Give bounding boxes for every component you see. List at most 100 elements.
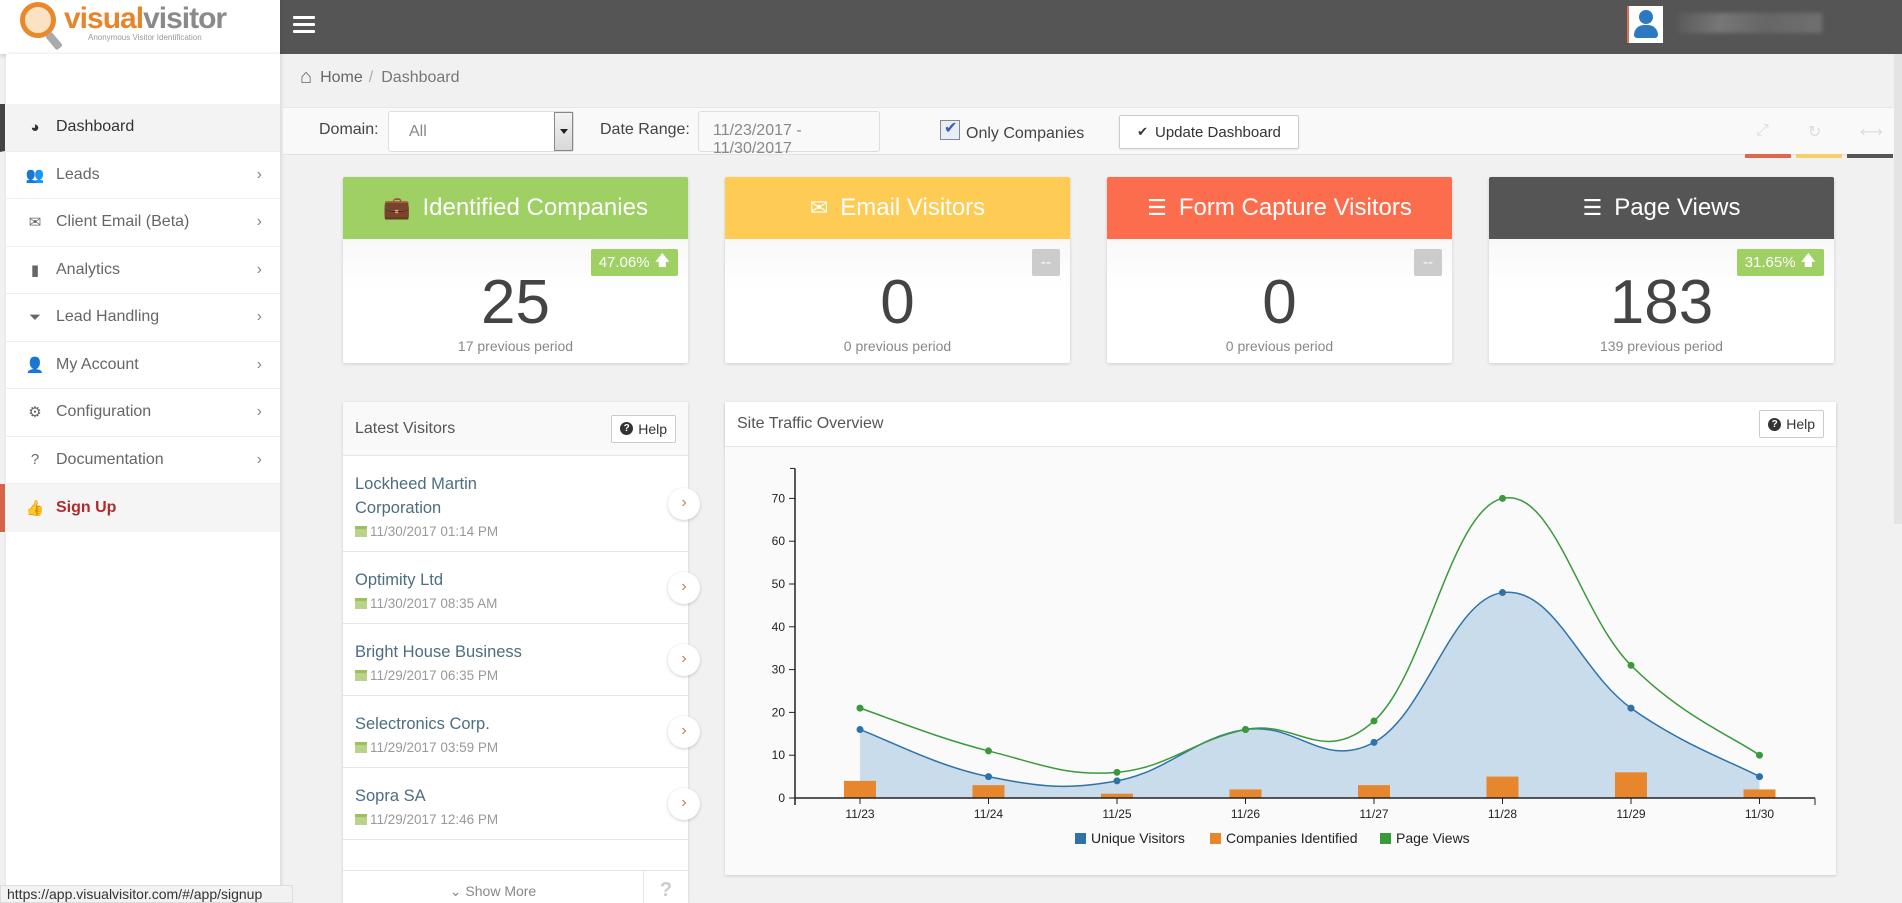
sidebar-item-label: My Account — [56, 355, 139, 373]
sidebar-item-analytics[interactable]: ▮ Analytics › — [6, 247, 280, 294]
x-tick-label: 11/23 — [845, 807, 874, 821]
legend-label: Unique Visitors — [1091, 830, 1185, 846]
sidebar-item-my-account[interactable]: 👤 My Account › — [6, 342, 280, 389]
page-views-point-11-25 — [1113, 768, 1121, 776]
chevron-right-icon[interactable]: › — [668, 787, 700, 820]
envelope-icon: ✉ — [809, 195, 829, 220]
show-more-button[interactable]: ⌄ Show More — [343, 871, 643, 903]
update-dashboard-label: Update Dashboard — [1154, 123, 1281, 141]
visitor-list-item[interactable]: Optimity Ltd 11/30/2017 08:35 AM › — [343, 552, 700, 624]
sidebar-item-label: Client Email (Beta) — [56, 213, 190, 231]
expand-icon[interactable]: ⤢ — [1756, 122, 1769, 140]
stat-value: 0 — [1262, 268, 1297, 337]
visitor-timestamp: 11/29/2017 12:46 PM — [370, 812, 499, 827]
visitor-list-item[interactable]: Sopra SA 11/29/2017 12:46 PM › — [343, 768, 700, 840]
sidebar-item-label: Analytics — [56, 260, 121, 278]
domain-select[interactable]: All — [388, 111, 574, 152]
logo[interactable]: visualvisitor Anonymous Visitor Identifi… — [0, 0, 280, 54]
bar-chart-icon: ▮ — [30, 261, 40, 279]
sidebar-item-lead-handling[interactable]: ⏷ Lead Handling › — [6, 294, 280, 342]
breadcrumb-home[interactable]: Home — [320, 69, 363, 87]
unique-visitors-area — [860, 592, 1760, 798]
tool-color-line-red — [1745, 154, 1791, 158]
visitor-list-item[interactable]: Lockheed Martin Corporation 11/30/2017 01… — [343, 456, 700, 552]
chevron-right-icon: › — [256, 260, 262, 278]
y-tick-label: 20 — [772, 705, 786, 719]
stat-value: 183 — [1609, 268, 1714, 337]
calendar-icon — [355, 598, 367, 609]
chevron-right-icon[interactable]: › — [668, 571, 700, 604]
calendar-icon — [355, 526, 367, 537]
menu-toggle-icon[interactable] — [293, 16, 315, 36]
stat-card-page-views: ☰ Page Views 31.65% 🡅 183 139 previous period — [1489, 177, 1834, 363]
status-bar-url: https://app.visualvisitor.com/#/app/sign… — [0, 885, 293, 903]
chevron-right-icon[interactable]: › — [668, 715, 700, 748]
page-scrollbar[interactable] — [1894, 54, 1902, 524]
chevron-down-icon[interactable] — [554, 112, 573, 151]
date-range-input[interactable]: 11/23/2017 - 11/30/2017 — [698, 111, 880, 157]
sidebar-item-client-email-beta[interactable]: ✉ Client Email (Beta) › — [6, 199, 280, 247]
companies-bar-11-26 — [1229, 789, 1262, 798]
calendar-icon — [355, 742, 367, 753]
chevron-right-icon: › — [256, 355, 262, 373]
sidebar-item-sign-up[interactable]: 👍 Sign Up — [0, 484, 280, 532]
list-icon: ☰ — [1147, 195, 1167, 220]
previous-period: 0 previous period — [1225, 338, 1334, 354]
x-tick-label: 11/25 — [1102, 807, 1131, 821]
chevron-down-icon: ⌄ — [449, 883, 466, 899]
stat-card-email-visitors: ✉ Email Visitors -- 0 0 previous period — [725, 177, 1070, 363]
sidebar-item-label: Dashboard — [56, 118, 135, 136]
user-name-redacted[interactable] — [1678, 13, 1822, 33]
companies-bar-11-30 — [1743, 789, 1776, 798]
update-dashboard-button[interactable]: ✔ Update Dashboard — [1119, 115, 1299, 149]
visitor-timestamp: 11/29/2017 03:59 PM — [370, 740, 499, 755]
stat-card-title: Identified Companies — [422, 194, 648, 221]
unique-visitors-point-11-27 — [1370, 738, 1378, 746]
chart-area: 0 10 20 30 40 50 60 70 11/23 11/24 11/25 11/26 11/27… — [725, 447, 1836, 875]
site-traffic-chart: 0 10 20 30 40 50 60 70 11/23 11/24 11/25 11/26 11/27… — [772, 467, 1816, 846]
domain-select-value: All — [409, 123, 427, 140]
user-avatar-icon[interactable] — [1627, 6, 1663, 43]
question-icon[interactable]: ? — [643, 871, 688, 903]
chevron-right-icon[interactable]: › — [668, 487, 700, 520]
chevron-right-icon[interactable]: › — [668, 643, 700, 676]
date-range-label: Date Range: — [600, 121, 690, 138]
sidebar: ◕ Dashboard 👥 Leads › ✉ Client Email (Beta) › ▮ A… — [0, 54, 280, 903]
visitor-company-name[interactable]: Selectronics Corp. — [355, 712, 535, 736]
site-traffic-title: Site Traffic Overview — [737, 415, 884, 432]
visitor-timestamp: 11/29/2017 06:35 PM — [370, 668, 499, 683]
users-icon: 👥 — [25, 166, 45, 184]
sidebar-item-leads[interactable]: 👥 Leads › — [6, 152, 280, 199]
visitor-timestamp: 11/30/2017 01:14 PM — [370, 524, 499, 539]
y-tick-label: 30 — [772, 663, 786, 677]
home-icon[interactable]: ⌂ — [300, 66, 312, 89]
visitor-list-item[interactable]: Bright House Business 11/29/2017 06:35 PM… — [343, 624, 700, 696]
visitor-company-name[interactable]: Optimity Ltd — [355, 568, 535, 592]
visitor-company-name[interactable]: Bright House Business — [355, 640, 535, 664]
stat-card-header: ✉ Email Visitors — [725, 177, 1070, 239]
stat-card-form-capture-visitors: ☰ Form Capture Visitors -- 0 0 previous peri… — [1107, 177, 1452, 363]
visitor-list-item[interactable]: Selectronics Corp. 11/29/2017 03:59 PM › — [343, 696, 700, 768]
companies-bar-11-24 — [972, 785, 1005, 798]
latest-visitors-help-button[interactable]: ? Help — [611, 414, 676, 443]
x-tick-label: 11/26 — [1231, 807, 1260, 821]
sidebar-item-documentation[interactable]: ? Documentation › — [6, 437, 280, 484]
page-views-point-11-27 — [1370, 717, 1378, 725]
site-traffic-help-button[interactable]: ? Help — [1759, 410, 1824, 438]
show-more-label: Show More — [465, 883, 537, 899]
chevron-right-icon: › — [256, 403, 262, 421]
visitor-company-name[interactable]: Lockheed Martin Corporation — [355, 472, 535, 520]
only-companies-label[interactable]: Only Companies — [966, 125, 1084, 143]
user-icon: 👤 — [25, 356, 45, 374]
sidebar-item-dashboard[interactable]: ◕ Dashboard — [0, 104, 280, 152]
domain-label: Domain: — [319, 121, 379, 138]
stat-card-title: Form Capture Visitors — [1178, 194, 1412, 221]
x-tick-label: 11/27 — [1359, 807, 1388, 821]
visitor-company-name[interactable]: Sopra SA — [355, 784, 535, 808]
page-views-point-11-29 — [1627, 661, 1635, 669]
sidebar-item-configuration[interactable]: ⚙ Configuration › — [6, 389, 280, 437]
only-companies-checkbox[interactable] — [940, 118, 960, 140]
latest-visitors-footer: ⌄ Show More ? — [343, 870, 688, 903]
refresh-icon[interactable]: ↻ — [1808, 122, 1821, 142]
resize-horizontal-icon[interactable]: ⟷ — [1860, 122, 1883, 142]
